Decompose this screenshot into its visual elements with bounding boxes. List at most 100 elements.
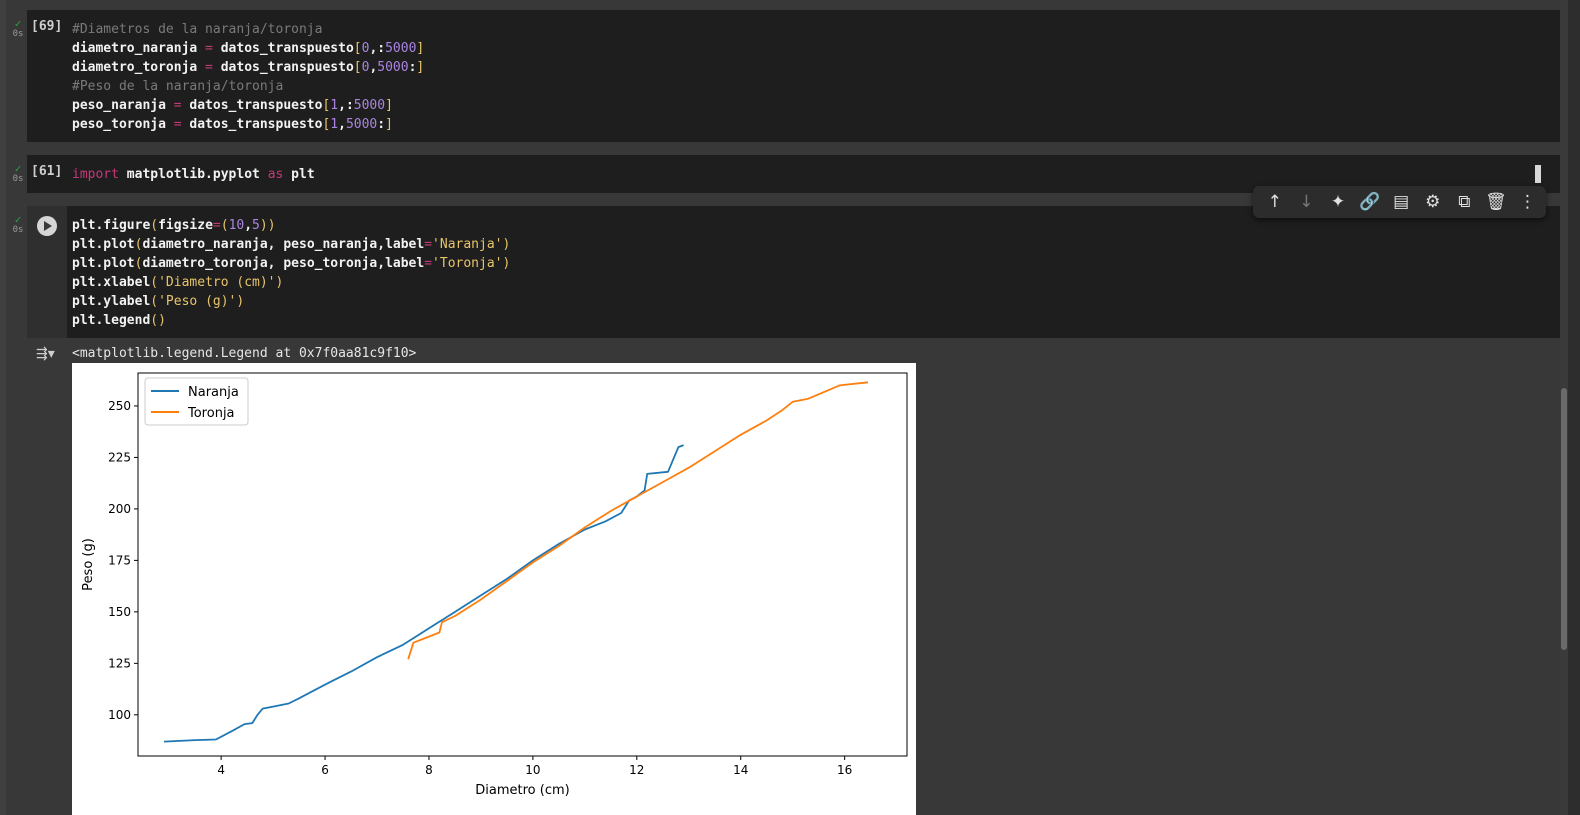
exec-time: 0s (12, 29, 24, 39)
code-token: 1 (330, 117, 339, 132)
code-token: 'Toronja' (432, 256, 503, 271)
code-token: ( (150, 294, 159, 309)
code-token: = (212, 218, 221, 233)
code-line: peso_toronja = datos_transpuesto[1,5000:… (72, 115, 424, 134)
line-chart: 4 6 8 10 12 14 16 100 125 150 175 200 225 250 Diametro… (81, 372, 908, 798)
code-token: diametro_naranja, peso_naranja,label (142, 237, 425, 252)
y-tick-label: 125 (108, 656, 131, 670)
move-cell-up-button[interactable]: ↑ (1259, 186, 1291, 218)
code-editor[interactable]: plt.figure(figsize=(10,5)) plt.plot(diame… (72, 216, 510, 330)
code-token: plt.plot (72, 237, 135, 252)
exec-time: 0s (12, 174, 24, 184)
output-toggle-icon[interactable]: ⇶▾ (36, 346, 55, 362)
code-token: = (165, 98, 190, 113)
play-icon (44, 221, 52, 231)
sparkle-icon: ✦ (1330, 192, 1346, 212)
code-token: ,: (338, 98, 354, 113)
code-token: , (338, 117, 346, 132)
code-cell-1[interactable]: [69] #Diametros de la naranja/toronja dia… (27, 10, 1568, 142)
code-token: 'Peso (g)' (158, 294, 237, 309)
code-token: ( (220, 218, 229, 233)
code-line: plt.plot(diametro_toronja, peso_toronja,… (72, 254, 510, 273)
code-token: [ (353, 60, 362, 75)
code-line: #Diametros de la naranja/toronja (72, 20, 424, 39)
gemini-button[interactable]: ✦ (1322, 186, 1354, 218)
scrollbar-thumb[interactable] (1561, 388, 1567, 650)
code-line: diametro_toronja = datos_transpuesto[0,5… (72, 58, 424, 77)
code-token: ] (416, 60, 425, 75)
code-token: ,: (369, 41, 386, 56)
code-token: 5000 (377, 60, 409, 75)
code-token: 5 (252, 218, 260, 233)
y-tick-label: 250 (108, 399, 131, 413)
y-axis-label: Peso (g) (81, 538, 96, 591)
more-vert-icon: ⋮ (1519, 192, 1537, 212)
code-token: diametro_toronja (72, 60, 198, 75)
move-cell-down-button[interactable]: ↓ (1291, 186, 1323, 218)
code-line: diametro_naranja = datos_transpuesto[0,:… (72, 39, 424, 58)
cell-toolbar: ↑ ↓ ✦ 🔗 ▤ ⚙ ⧉ 🗑 ⋮ (1253, 186, 1546, 218)
y-tick-label: 150 (108, 605, 131, 619)
code-line: plt.legend() (72, 311, 510, 330)
code-token: plt (283, 167, 315, 182)
plot-figure: 4 6 8 10 12 14 16 100 125 150 175 200 225 250 Diametro… (72, 363, 916, 815)
code-line: plt.plot(diametro_naranja, peso_naranja,… (72, 235, 510, 254)
check-icon: ✓ (14, 213, 22, 226)
code-token: diametro_naranja (72, 41, 198, 56)
delete-cell-button[interactable]: 🗑 (1480, 186, 1512, 218)
code-token: 5000 (353, 98, 386, 113)
code-token: 5000 (345, 117, 378, 132)
output-text: <matplotlib.legend.Legend at 0x7f0aa81c9… (72, 346, 417, 361)
code-token: ) (275, 275, 284, 290)
code-editor[interactable]: #Diametros de la naranja/toronja diametro… (72, 20, 424, 134)
code-token: ( (150, 218, 159, 233)
code-token: ) (502, 256, 511, 271)
mirror-cell-button[interactable]: ⧉ (1449, 186, 1481, 218)
code-token: ) (236, 294, 245, 309)
code-token: figsize (158, 218, 213, 233)
code-line: peso_naranja = datos_transpuesto[1,:5000… (72, 96, 424, 115)
copy-link-button[interactable]: 🔗 (1354, 186, 1386, 218)
code-token: )) (259, 218, 276, 233)
settings-button[interactable]: ⚙ (1417, 186, 1449, 218)
cell-3-status: ✓ 0s (8, 214, 28, 235)
exec-count: [69] (31, 19, 63, 34)
code-token: plt.legend (72, 313, 151, 328)
code-token: matplotlib.pyplot (118, 167, 268, 182)
code-editor[interactable]: import matplotlib.pyplot as plt (72, 165, 315, 184)
code-token: 'Naranja' (432, 237, 503, 252)
cell-scroll-thumb[interactable] (1535, 165, 1541, 183)
plot-area (137, 372, 908, 757)
code-token: datos_transpuesto (189, 98, 323, 113)
code-token: = (424, 256, 433, 271)
code-token: 1 (330, 98, 339, 113)
code-token: peso_naranja (72, 98, 166, 113)
legend-label: Naranja (188, 385, 239, 400)
code-cell-3[interactable]: plt.figure(figsize=(10,5)) plt.plot(diame… (27, 206, 1568, 338)
code-token: peso_toronja (72, 117, 166, 132)
run-cell-button[interactable] (37, 216, 57, 236)
code-token: = (197, 60, 221, 75)
x-tick-label: 6 (321, 763, 329, 777)
gear-icon: ⚙ (1425, 192, 1441, 212)
code-line: import matplotlib.pyplot as plt (72, 165, 315, 184)
x-tick-label: 8 (425, 763, 433, 777)
x-tick-label: 16 (837, 763, 852, 777)
code-token: = (165, 117, 190, 132)
code-token: datos_transpuesto (220, 41, 354, 56)
code-token: () (150, 313, 166, 328)
code-token: plt.ylabel (72, 294, 151, 309)
trash-icon: 🗑 (1485, 192, 1507, 212)
code-token: [ (353, 41, 362, 56)
comment-button[interactable]: ▤ (1385, 186, 1417, 218)
left-gutter (0, 0, 6, 815)
code-line: #Peso de la naranja/toronja (72, 77, 424, 96)
code-token: datos_transpuesto (189, 117, 323, 132)
code-token: 10 (228, 218, 245, 233)
arrow-up-icon: ↑ (1267, 192, 1282, 212)
x-tick-label: 10 (525, 763, 540, 777)
x-tick-label: 14 (733, 763, 748, 777)
code-token: ( (150, 275, 159, 290)
code-line: plt.ylabel('Peso (g)') (72, 292, 510, 311)
more-options-button[interactable]: ⋮ (1512, 186, 1544, 218)
